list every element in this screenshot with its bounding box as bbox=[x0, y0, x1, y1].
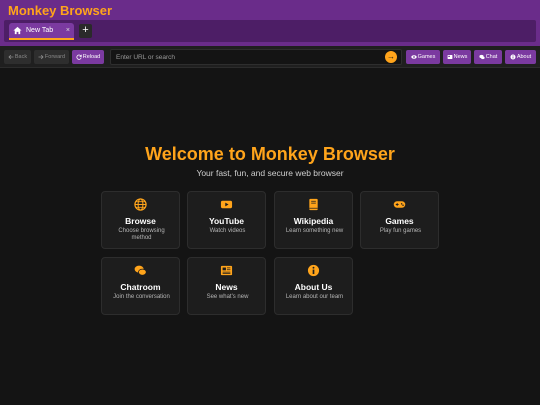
card-description: Learn something new bbox=[285, 228, 344, 234]
newspaper-icon bbox=[447, 55, 453, 59]
chat-icon bbox=[102, 264, 179, 277]
card-title: YouTube bbox=[208, 216, 245, 226]
welcome-subtitle: Your fast, fun, and secure web browser bbox=[196, 168, 344, 178]
card-title: Games bbox=[385, 216, 414, 226]
card-title: News bbox=[215, 282, 238, 292]
book-icon bbox=[275, 198, 352, 211]
forward-button[interactable]: Forward bbox=[34, 50, 69, 64]
reload-button[interactable]: Reload bbox=[72, 50, 104, 64]
info-icon bbox=[275, 264, 352, 277]
card-description: Learn about our team bbox=[285, 294, 344, 300]
globe-icon bbox=[102, 198, 179, 211]
go-button[interactable]: → bbox=[385, 51, 397, 63]
chat-link-label: Chat bbox=[485, 54, 498, 60]
gamepad-icon bbox=[361, 198, 438, 211]
news-link-label: News bbox=[453, 54, 468, 60]
card-title: Browse bbox=[125, 216, 156, 226]
reload-label: Reload bbox=[82, 54, 101, 60]
card-description: Play fun games bbox=[379, 228, 422, 234]
card-description: See what's new bbox=[206, 294, 249, 300]
card-description: Watch videos bbox=[209, 228, 246, 234]
card-chatroom[interactable]: Chatroom Join the conversation bbox=[101, 257, 180, 315]
card-description: Choose browsing method bbox=[118, 228, 165, 241]
video-icon bbox=[188, 198, 265, 211]
back-label: Back bbox=[14, 54, 28, 60]
back-button[interactable]: Back bbox=[4, 50, 31, 64]
navigation-toolbar: Back Forward Reload → Games News Chat Ab… bbox=[0, 46, 540, 68]
card-games[interactable]: Games Play fun games bbox=[360, 191, 439, 249]
card-description: Join the conversation bbox=[113, 294, 170, 300]
url-bar: → bbox=[110, 49, 402, 65]
close-tab-icon[interactable]: × bbox=[66, 27, 70, 34]
newspaper-icon bbox=[188, 264, 265, 277]
arrow-right-icon bbox=[38, 54, 44, 60]
chat-icon bbox=[479, 54, 485, 60]
tab-strip: New Tab × + bbox=[4, 20, 536, 42]
eye-icon bbox=[410, 55, 417, 59]
card-about-us[interactable]: About Us Learn about our team bbox=[274, 257, 353, 315]
home-icon bbox=[13, 26, 22, 35]
card-title: Chatroom bbox=[120, 282, 161, 292]
tab-new-tab[interactable]: New Tab × bbox=[9, 23, 74, 40]
card-wikipedia[interactable]: Wikipedia Learn something new bbox=[274, 191, 353, 249]
about-link-button[interactable]: About bbox=[505, 50, 536, 64]
games-link-label: Games bbox=[417, 54, 436, 60]
card-title: About Us bbox=[294, 282, 333, 292]
info-icon bbox=[510, 54, 516, 60]
about-link-label: About bbox=[516, 54, 532, 60]
title-bar: Monkey Browser New Tab × + bbox=[0, 0, 540, 46]
welcome-heading: Welcome to Monkey Browser bbox=[145, 144, 395, 164]
app-title: Monkey Browser bbox=[8, 3, 113, 18]
forward-label: Forward bbox=[44, 54, 66, 60]
chat-link-button[interactable]: Chat bbox=[474, 50, 502, 64]
url-input[interactable] bbox=[116, 51, 376, 63]
tab-label: New Tab bbox=[26, 27, 54, 34]
new-tab-button[interactable]: + bbox=[79, 24, 92, 38]
games-link-button[interactable]: Games bbox=[406, 50, 440, 64]
card-youtube[interactable]: YouTube Watch videos bbox=[187, 191, 266, 249]
reload-icon bbox=[76, 54, 82, 60]
arrow-left-icon bbox=[8, 54, 14, 60]
news-link-button[interactable]: News bbox=[443, 50, 471, 64]
card-browse[interactable]: Browse Choose browsing method bbox=[101, 191, 180, 249]
card-news[interactable]: News See what's new bbox=[187, 257, 266, 315]
card-title: Wikipedia bbox=[293, 216, 334, 226]
